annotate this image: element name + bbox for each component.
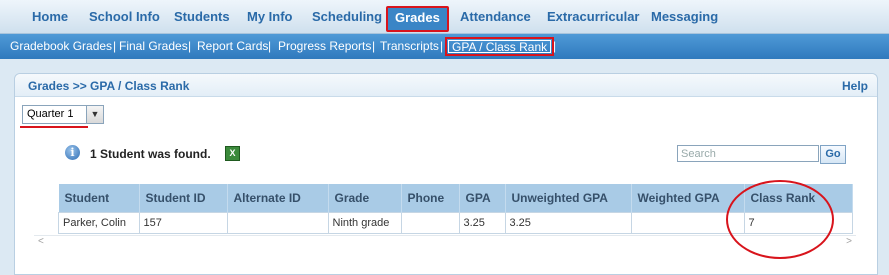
cell-student-id: 157 — [138, 212, 228, 234]
col-alternate-id[interactable]: Alternate ID — [227, 184, 329, 213]
subnav-separator: | — [372, 39, 376, 53]
excel-export-icon[interactable]: X — [225, 146, 240, 161]
nav-students[interactable]: Students — [174, 8, 230, 26]
col-student-id[interactable]: Student ID — [139, 184, 228, 213]
subnav-gradebook-grades[interactable]: Gradebook Grades — [10, 39, 112, 54]
chevron-down-icon[interactable]: ▼ — [86, 106, 103, 123]
col-unweighted-gpa[interactable]: Unweighted GPA — [505, 184, 632, 213]
main-nav: Home School Info Students My Info Schedu… — [0, 0, 889, 34]
quarter-select[interactable]: Quarter 1 ▼ — [22, 105, 104, 124]
sub-nav: Gradebook Grades | Final Grades | Report… — [0, 34, 889, 59]
nav-messaging[interactable]: Messaging — [651, 8, 718, 26]
nav-school-info[interactable]: School Info — [89, 8, 160, 26]
cell-student[interactable]: Parker, Colin — [58, 212, 140, 234]
subnav-separator: | — [113, 39, 117, 53]
annotation-circle — [726, 180, 834, 259]
help-link[interactable]: Help — [842, 79, 868, 93]
cell-alternate-id — [226, 212, 329, 234]
nav-attendance[interactable]: Attendance — [460, 8, 531, 26]
nav-scheduling[interactable]: Scheduling — [312, 8, 382, 26]
col-grade[interactable]: Grade — [328, 184, 402, 213]
nav-my-info[interactable]: My Info — [247, 8, 293, 26]
cell-phone — [400, 212, 460, 234]
nav-grades[interactable]: Grades — [386, 6, 449, 32]
quarter-select-value: Quarter 1 — [27, 108, 74, 120]
info-icon: i — [65, 145, 80, 160]
subnav-progress-reports[interactable]: Progress Reports — [278, 39, 371, 54]
subnav-transcripts[interactable]: Transcripts — [380, 39, 439, 54]
subnav-separator: | — [268, 39, 272, 53]
col-gpa[interactable]: GPA — [459, 184, 506, 213]
breadcrumb: Grades >> GPA / Class Rank — [28, 79, 190, 93]
subnav-report-cards[interactable]: Report Cards — [197, 39, 268, 54]
search-input[interactable] — [677, 145, 819, 162]
subnav-separator: | — [440, 39, 444, 53]
results-count: 1 Student was found. — [90, 147, 211, 161]
cell-grade: Ninth grade — [327, 212, 402, 234]
nav-home[interactable]: Home — [32, 8, 68, 26]
scroll-left-icon[interactable]: < — [38, 236, 44, 247]
go-button[interactable]: Go — [820, 145, 846, 164]
col-phone[interactable]: Phone — [401, 184, 460, 213]
cell-gpa: 3.25 — [458, 212, 506, 234]
annotation-underline — [20, 126, 88, 128]
nav-extracurricular[interactable]: Extracurricular — [547, 8, 640, 26]
subnav-separator: | — [188, 39, 192, 53]
col-student[interactable]: Student — [58, 184, 140, 213]
subnav-final-grades[interactable]: Final Grades — [119, 39, 188, 54]
subnav-gpa-class-rank[interactable]: GPA / Class Rank — [445, 37, 555, 56]
subnav-separator: | — [553, 39, 557, 53]
cell-unweighted-gpa: 3.25 — [504, 212, 632, 234]
scroll-right-icon[interactable]: > — [846, 236, 852, 247]
panel-header: Grades >> GPA / Class Rank Help — [15, 74, 877, 97]
